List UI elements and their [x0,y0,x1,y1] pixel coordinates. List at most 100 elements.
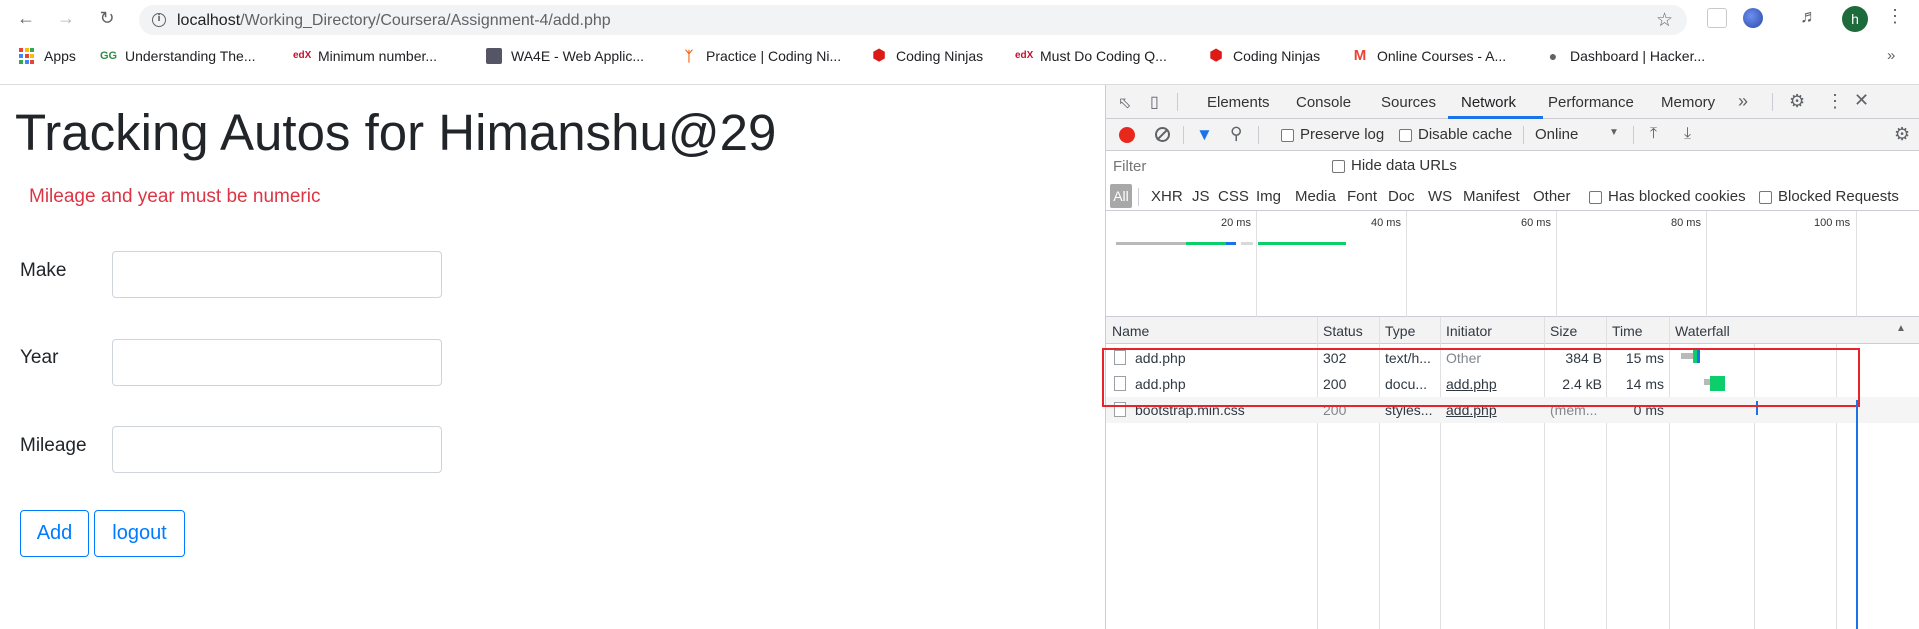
timeline-gridline [1706,211,1707,317]
column-waterfall[interactable]: Waterfall [1675,323,1730,339]
column-status[interactable]: Status [1323,323,1363,339]
logout-button[interactable]: logout [94,510,185,557]
menu-kebab-icon[interactable]: ⋮ [1886,6,1904,27]
has-blocked-cookies-checkbox[interactable] [1589,191,1602,204]
column-size[interactable]: Size [1550,323,1577,339]
back-arrow-icon[interactable]: ← [12,4,40,32]
bookmark-item[interactable]: ⬢ Coding Ninjas [871,44,983,68]
bookmark-label: Online Courses - A... [1377,48,1507,64]
device-toolbar-icon[interactable]: ▯ [1150,92,1159,112]
tab-console[interactable]: Console [1296,94,1351,111]
type-filter-img[interactable]: Img [1256,188,1281,205]
disable-cache-checkbox[interactable] [1399,129,1412,142]
throttle-select[interactable]: Online [1535,126,1578,143]
has-blocked-cookies-label: Has blocked cookies [1608,188,1746,205]
preserve-log-checkbox[interactable] [1281,129,1294,142]
close-icon[interactable]: ✕ [1854,90,1869,111]
angular-icon: ⬢ [1209,47,1223,64]
site-info-icon[interactable]: i [152,13,166,27]
extension-globe-icon[interactable] [1743,8,1763,28]
filter-input[interactable] [1110,155,1314,177]
type-filter-doc[interactable]: Doc [1388,188,1415,205]
chevron-down-icon[interactable]: ▼ [1609,127,1619,138]
download-icon[interactable]: ⤓ [1684,125,1691,143]
sort-up-icon[interactable]: ▲ [1896,323,1906,334]
tab-memory[interactable]: Memory [1661,94,1715,111]
more-tabs-icon[interactable]: » [1738,91,1748,112]
hide-data-urls-label: Hide data URLs [1351,157,1457,174]
bookmark-item[interactable]: ● Dashboard | Hacker... [1545,44,1705,68]
clear-icon[interactable] [1155,127,1170,142]
annotation-highlight-box [1102,348,1860,407]
network-settings-gear-icon[interactable]: ⚙ [1894,124,1910,145]
bookmark-item[interactable]: M Online Courses - A... [1352,44,1506,68]
type-filter-all[interactable]: All [1110,184,1132,208]
add-button[interactable]: Add [20,510,89,557]
bookmark-label: Minimum number... [318,48,438,64]
year-input[interactable] [112,339,442,386]
tab-sources[interactable]: Sources [1381,94,1436,111]
bookmark-label: Must Do Coding Q... [1040,48,1167,64]
bookmark-item[interactable]: WA4E - Web Applic... [486,44,644,68]
column-name[interactable]: Name [1112,323,1149,339]
blocked-requests-checkbox[interactable] [1759,191,1772,204]
url-host: localhost [177,12,241,29]
inspect-element-icon[interactable]: ⬁ [1118,93,1131,113]
filter-funnel-icon[interactable]: ▼ [1196,125,1213,145]
overview-bar [1226,242,1236,245]
column-time[interactable]: Time [1612,323,1643,339]
type-filter-other[interactable]: Other [1533,188,1571,205]
type-filter-xhr[interactable]: XHR [1151,188,1183,205]
type-filter-js[interactable]: JS [1192,188,1210,205]
tab-performance[interactable]: Performance [1548,94,1634,111]
timeline-tick: 20 ms [1221,217,1251,229]
make-input[interactable] [112,251,442,298]
extension-icon[interactable] [1707,8,1727,28]
url-text[interactable]: localhost/Working_Directory/Coursera/Ass… [177,12,611,30]
filter-bar: Hide data URLs All XHR JS CSS Img Media … [1106,151,1919,211]
bookmark-apps[interactable]: Apps [19,44,76,68]
tab-elements[interactable]: Elements [1207,94,1270,111]
page-content: Tracking Autos for Himanshu@29 Mileage a… [0,85,1105,629]
separator [1633,126,1634,144]
url-path: /Working_Directory/Coursera/Assignment-4… [240,12,611,29]
menu-kebab-icon[interactable]: ⋮ [1826,91,1844,112]
gear-icon[interactable]: ⚙ [1789,91,1805,112]
type-filter-media[interactable]: Media [1295,188,1336,205]
bookmark-item[interactable]: GG Understanding The... [100,44,256,68]
column-type[interactable]: Type [1385,323,1415,339]
tab-network[interactable]: Network [1461,94,1516,111]
reload-icon[interactable]: ↻ [93,4,121,32]
search-icon[interactable]: ⚲ [1230,124,1242,144]
bookmark-item[interactable]: ⬢ Coding Ninjas [1208,44,1320,68]
upload-icon[interactable]: ⤒ [1650,125,1657,143]
bookmarks-overflow-icon[interactable]: » [1887,47,1895,64]
bookmark-label: Understanding The... [125,48,256,64]
type-filter-css[interactable]: CSS [1218,188,1249,205]
type-filter-font[interactable]: Font [1347,188,1377,205]
blocked-requests-label: Blocked Requests [1778,188,1899,205]
media-playlist-icon[interactable]: ♬ [1800,6,1820,26]
mileage-input[interactable] [112,426,442,473]
profile-avatar[interactable]: h [1842,6,1868,32]
type-filter-ws[interactable]: WS [1428,188,1452,205]
record-icon[interactable] [1119,127,1135,143]
bookmark-item[interactable]: ᛉ Practice | Coding Ni... [681,44,841,68]
type-filter-manifest[interactable]: Manifest [1463,188,1520,205]
bookmark-item[interactable]: edX Must Do Coding Q... [1015,44,1167,68]
bookmark-star-icon[interactable]: ☆ [1656,9,1673,32]
wa4e-avatar-icon [486,48,502,64]
bookmark-item[interactable]: edX Minimum number... [293,44,437,68]
separator [1523,126,1524,144]
timeline-overview[interactable]: 20 ms 40 ms 60 ms 80 ms 100 ms [1106,211,1919,317]
forward-arrow-icon[interactable]: → [52,4,80,32]
angular-icon: ⬢ [872,47,886,64]
hide-data-urls-checkbox[interactable] [1332,160,1345,173]
overview-bar [1116,242,1186,245]
bookmark-label: Practice | Coding Ni... [706,48,842,64]
column-initiator[interactable]: Initiator [1446,323,1492,339]
bookmark-label: Coding Ninjas [1233,48,1321,64]
preserve-log-label: Preserve log [1300,126,1385,143]
overview-bar [1258,242,1346,245]
address-bar[interactable]: i localhost/Working_Directory/Coursera/A… [139,5,1687,35]
